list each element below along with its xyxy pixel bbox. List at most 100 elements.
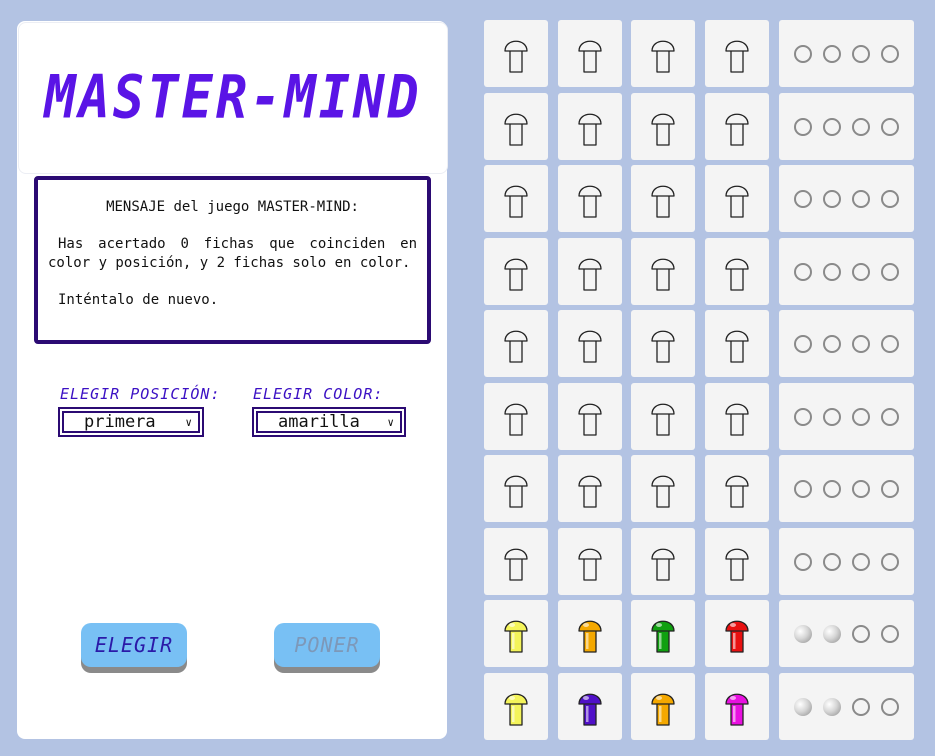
empty-slot-icon	[504, 40, 528, 73]
hint-peg-empty	[823, 117, 841, 136]
hint-peg-white	[823, 697, 841, 716]
empty-slot-icon	[578, 548, 602, 581]
chevron-down-icon: ∨	[185, 415, 192, 429]
board-slot	[484, 455, 548, 522]
hint-peg-empty	[881, 479, 899, 498]
hint-peg-empty	[794, 407, 812, 426]
piece-verde-icon	[651, 620, 675, 653]
empty-slot-icon	[578, 475, 602, 508]
piece-morada-icon	[578, 693, 602, 726]
board-slot	[705, 528, 769, 595]
empty-slot-icon	[651, 475, 675, 508]
empty-slot-icon	[504, 185, 528, 218]
piece-rosa-icon	[725, 693, 749, 726]
board-slot	[484, 93, 548, 160]
hint-peg-empty	[823, 479, 841, 498]
board-slot	[484, 310, 548, 377]
board-slot	[484, 165, 548, 232]
message-box: MENSAJE del juego MASTER-MIND: Has acert…	[34, 176, 431, 344]
empty-slot-icon	[651, 548, 675, 581]
empty-slot-icon	[651, 258, 675, 291]
board-slot	[705, 455, 769, 522]
board-slot	[705, 673, 769, 740]
hint-peg-empty	[794, 262, 812, 281]
hint-slot	[779, 238, 914, 305]
hint-peg-empty	[852, 552, 870, 571]
hint-peg-empty	[852, 407, 870, 426]
hint-peg-empty	[881, 624, 899, 643]
color-select[interactable]: amarilla ∨	[252, 407, 406, 437]
control-panel: MASTER-MIND MENSAJE del juego MASTER-MIN…	[17, 21, 448, 739]
hint-peg-white	[823, 624, 841, 643]
board-slot	[558, 20, 622, 87]
empty-slot-icon	[725, 258, 749, 291]
board-slot	[631, 310, 695, 377]
board-slot	[558, 528, 622, 595]
board-slot	[705, 600, 769, 667]
hint-peg-empty	[794, 117, 812, 136]
hint-peg-empty	[794, 44, 812, 63]
hint-peg-empty	[794, 334, 812, 353]
board-slot	[631, 165, 695, 232]
board-slot	[631, 383, 695, 450]
board-slot	[484, 600, 548, 667]
board-slot	[558, 673, 622, 740]
position-select[interactable]: primera ∨	[58, 407, 204, 437]
board-slot	[705, 20, 769, 87]
hint-peg-empty	[881, 552, 899, 571]
board-slot	[558, 238, 622, 305]
empty-slot-icon	[504, 403, 528, 436]
poner-button[interactable]: PONER	[274, 623, 380, 667]
empty-slot-icon	[504, 475, 528, 508]
empty-slot-icon	[651, 403, 675, 436]
hint-peg-empty	[823, 189, 841, 208]
piece-roja-icon	[725, 620, 749, 653]
board-slot	[631, 600, 695, 667]
board-slot	[558, 383, 622, 450]
empty-slot-icon	[504, 113, 528, 146]
board-slot	[484, 20, 548, 87]
empty-slot-icon	[651, 330, 675, 363]
empty-slot-icon	[651, 185, 675, 218]
empty-slot-icon	[578, 185, 602, 218]
elegir-button[interactable]: ELEGIR	[81, 623, 187, 667]
board-slot	[484, 673, 548, 740]
empty-slot-icon	[578, 258, 602, 291]
empty-slot-icon	[725, 475, 749, 508]
hint-peg-empty	[852, 624, 870, 643]
empty-slot-icon	[651, 113, 675, 146]
game-title: MASTER-MIND	[44, 63, 422, 133]
hint-peg-empty	[794, 552, 812, 571]
hint-peg-white	[794, 624, 812, 643]
hint-peg-empty	[881, 117, 899, 136]
empty-slot-icon	[725, 330, 749, 363]
empty-slot-icon	[725, 548, 749, 581]
empty-slot-icon	[725, 185, 749, 218]
hint-peg-empty	[852, 189, 870, 208]
hint-peg-empty	[852, 262, 870, 281]
board-slot	[631, 455, 695, 522]
board-slot	[631, 93, 695, 160]
hint-slot	[779, 93, 914, 160]
empty-slot-icon	[504, 258, 528, 291]
empty-slot-icon	[725, 403, 749, 436]
hint-peg-empty	[823, 262, 841, 281]
empty-slot-icon	[578, 40, 602, 73]
hint-slot	[779, 528, 914, 595]
board-slot	[631, 238, 695, 305]
hint-peg-empty	[852, 334, 870, 353]
hint-peg-empty	[852, 697, 870, 716]
board-slot	[484, 383, 548, 450]
chevron-down-icon: ∨	[387, 415, 394, 429]
hint-peg-empty	[881, 262, 899, 281]
hint-peg-empty	[881, 697, 899, 716]
message-heading: MENSAJE del juego MASTER-MIND:	[106, 199, 359, 215]
hint-slot	[779, 383, 914, 450]
hint-peg-empty	[794, 479, 812, 498]
hint-slot	[779, 310, 914, 377]
empty-slot-icon	[725, 40, 749, 73]
color-select-value: amarilla	[278, 412, 360, 432]
hint-peg-empty	[852, 479, 870, 498]
piece-amarilla-icon	[504, 620, 528, 653]
hint-peg-empty	[881, 334, 899, 353]
